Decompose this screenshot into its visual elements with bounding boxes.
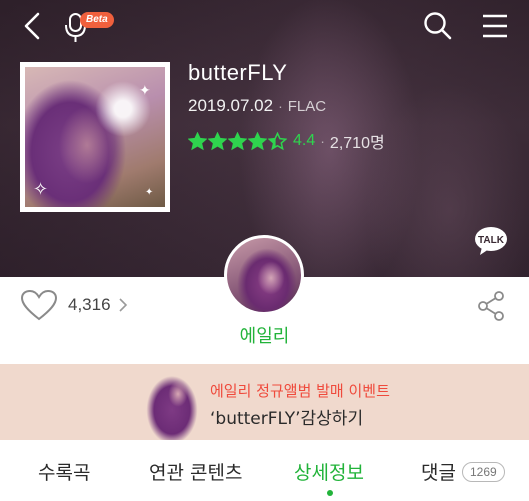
rating-count: 2,710명 (329, 135, 385, 152)
star-icon (208, 131, 227, 150)
sparkle-icon: ✧ (33, 179, 49, 200)
rating-stars (188, 131, 287, 151)
star-icon (228, 131, 247, 150)
album-meta: 2019.07.02 · FLAC (188, 96, 326, 116)
star-icon (248, 131, 267, 150)
sparkle-icon: ✦ (139, 83, 151, 99)
active-tab-indicator (327, 490, 333, 496)
rating-value: 4.4 (293, 132, 316, 149)
meta-separator: · (320, 133, 325, 149)
rating[interactable]: 4.4 · 2,710명 (188, 130, 385, 152)
voice-search-button[interactable]: Beta (62, 8, 122, 44)
comments-count-badge: 1269 (462, 462, 505, 482)
like-button[interactable] (20, 289, 60, 323)
tab-details[interactable]: 상세정보 (294, 458, 364, 485)
talk-icon: TALK (475, 227, 507, 255)
star-icon (268, 131, 287, 150)
search-button[interactable] (422, 10, 454, 42)
sparkle-icon: ✦ (145, 187, 154, 198)
share-button[interactable] (474, 289, 508, 323)
release-date: 2019.07.02 (188, 96, 274, 115)
star-icon (188, 131, 207, 150)
artist-name[interactable]: 에일리 (0, 322, 529, 348)
album-title: butterFLY (188, 60, 288, 85)
talk-share-button[interactable]: TALK (474, 226, 508, 256)
beta-badge: Beta (80, 12, 114, 28)
menu-button[interactable] (480, 12, 510, 40)
album-cover-art: ✦ ✧ ✦ (25, 67, 165, 207)
like-count[interactable]: 4,316 (68, 295, 111, 315)
tab-tracks[interactable]: 수록곡 (38, 458, 90, 485)
share-icon (478, 291, 504, 321)
event-banner[interactable]: 에일리 정규앨범 발매 이벤트 ‘butterFLY’감상하기 (0, 364, 529, 440)
menu-icon (483, 14, 507, 38)
banner-artist-image (138, 370, 208, 440)
heart-icon (20, 289, 58, 321)
search-icon (424, 12, 452, 40)
back-button[interactable] (18, 10, 48, 42)
banner-headline: 에일리 정규앨범 발매 이벤트 (210, 382, 390, 400)
top-bar: Beta (0, 0, 529, 52)
artist-avatar[interactable] (224, 235, 304, 315)
tab-comments[interactable]: 댓글 (421, 458, 456, 485)
chevron-right-icon[interactable] (118, 298, 128, 312)
album-cover[interactable]: ✦ ✧ ✦ (20, 62, 170, 212)
back-icon (24, 12, 40, 40)
banner-subline: ‘butterFLY’감상하기 (210, 409, 364, 429)
meta-separator: · (278, 98, 283, 114)
svg-text:TALK: TALK (478, 235, 505, 246)
tab-related-content[interactable]: 연관 콘텐츠 (149, 458, 242, 485)
audio-format: FLAC (287, 98, 327, 115)
tab-bar: 수록곡 연관 콘텐츠 상세정보 댓글 1269 (0, 440, 529, 501)
